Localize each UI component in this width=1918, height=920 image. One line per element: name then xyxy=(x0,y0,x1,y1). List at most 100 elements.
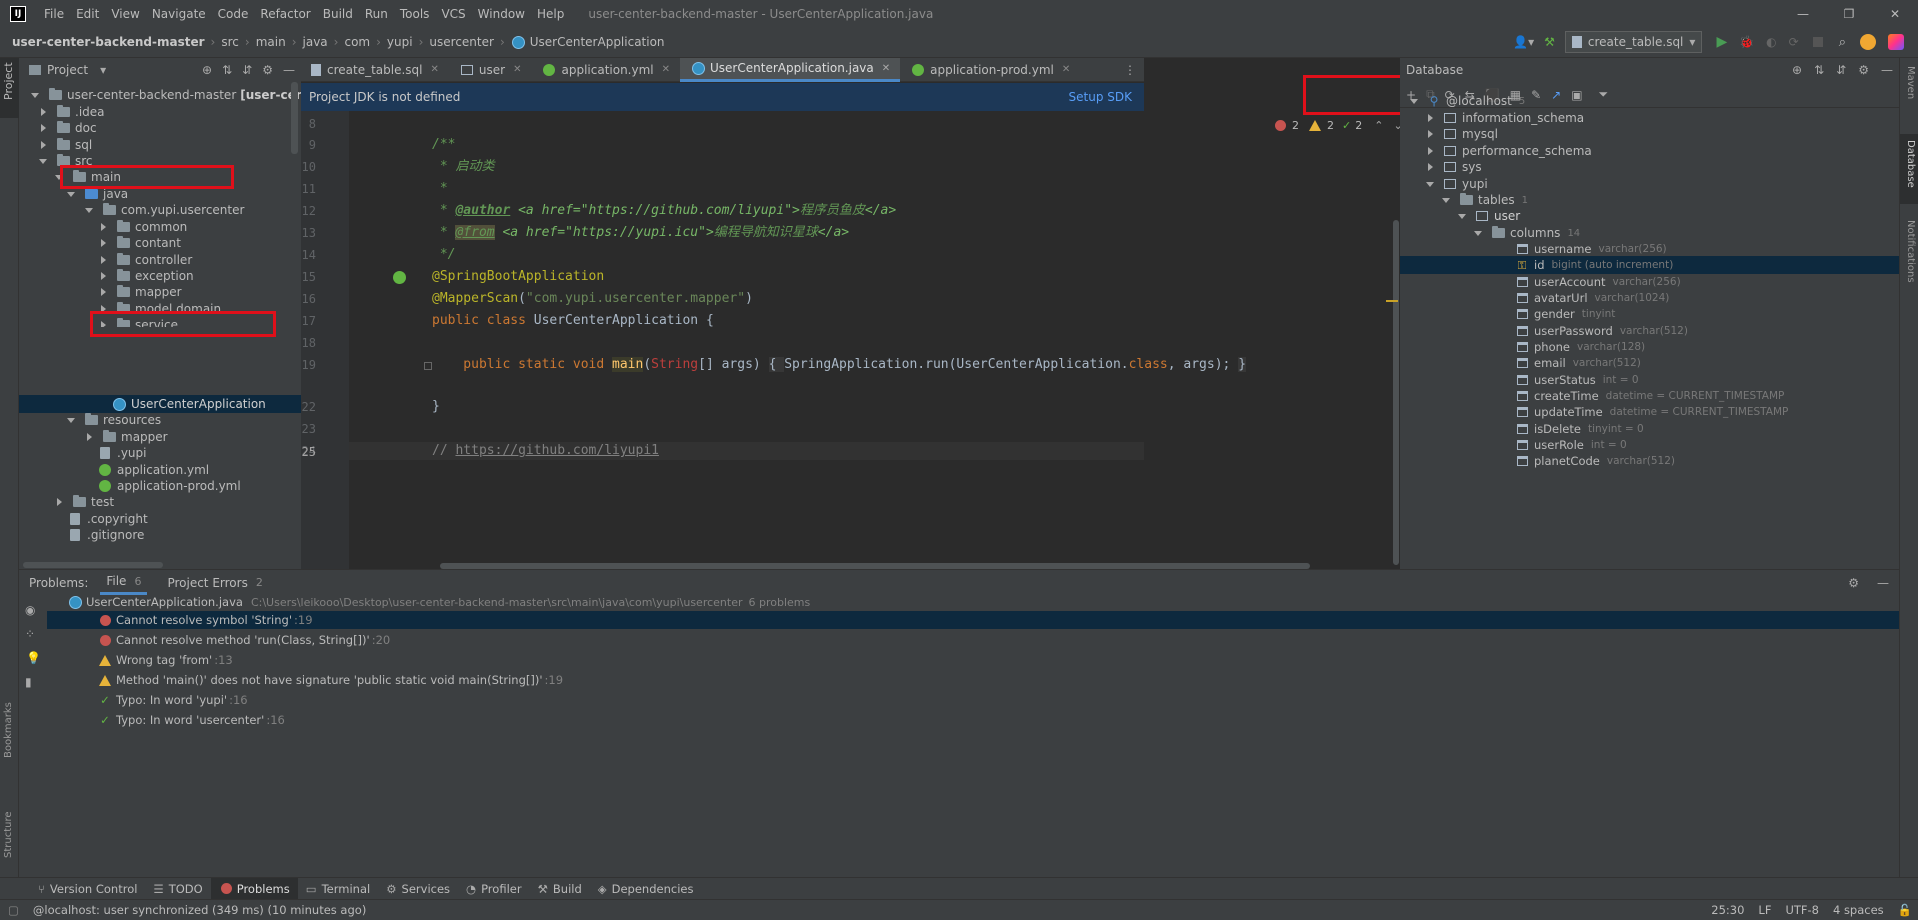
settings-icon[interactable]: ⚙ xyxy=(262,63,273,77)
db-column[interactable]: avatarUrl varchar(1024) xyxy=(1514,290,1669,306)
project-panel-title[interactable]: Project xyxy=(47,63,88,77)
setup-sdk-link[interactable]: Setup SDK xyxy=(1069,90,1132,104)
readonly-lock-icon[interactable]: 🔓 xyxy=(1898,903,1912,917)
preview-icon[interactable]: ▮ xyxy=(25,675,32,689)
caret-position[interactable]: 25:30 xyxy=(1711,903,1744,917)
project-view-dropdown-icon[interactable]: ▾ xyxy=(100,63,106,77)
settings-icon[interactable]: ⚙ xyxy=(1848,576,1859,590)
tab-problems[interactable]: Problems xyxy=(210,877,298,900)
db-column[interactable]: planetCode varchar(512) xyxy=(1514,453,1675,469)
db-column[interactable]: updateTime datetime = CURRENT_TIMESTAMP xyxy=(1514,404,1788,420)
db-column[interactable]: createTime datetime = CURRENT_TIMESTAMP xyxy=(1514,388,1784,404)
crumb-project[interactable]: user-center-backend-master xyxy=(12,35,205,49)
tab-services[interactable]: ⚙ Services xyxy=(378,882,458,896)
menu-build[interactable]: Build xyxy=(317,7,359,21)
bookmarks-tool-button[interactable]: Bookmarks xyxy=(0,698,19,768)
expand-icon[interactable]: ⇅ xyxy=(1814,63,1824,77)
tree-item-idea[interactable]: .idea xyxy=(35,104,105,120)
debug-icon[interactable]: 🐞 xyxy=(1739,35,1754,49)
status-message[interactable]: @localhost: user synchronized (349 ms) (… xyxy=(33,903,366,917)
project-tool-button[interactable]: Project xyxy=(0,58,19,118)
db-column[interactable]: userPassword varchar(512) xyxy=(1514,323,1688,339)
close-tab-icon[interactable]: ✕ xyxy=(1062,64,1070,75)
menu-edit[interactable]: Edit xyxy=(70,7,105,21)
crumb-src[interactable]: src xyxy=(221,35,239,49)
restore-button[interactable]: ❐ xyxy=(1826,7,1872,21)
menu-code[interactable]: Code xyxy=(212,7,255,21)
coverage-icon[interactable]: ◐ xyxy=(1766,35,1776,49)
tab-project-errors[interactable]: Project Errors 2 xyxy=(161,570,268,595)
tab-user[interactable]: user ✕ xyxy=(449,58,532,82)
hide-panel-icon[interactable]: — xyxy=(1877,576,1889,590)
tab-terminal[interactable]: ▭ Terminal xyxy=(298,882,378,896)
line-separator[interactable]: LF xyxy=(1758,903,1771,917)
db-column[interactable]: userStatus int = 0 xyxy=(1514,372,1639,388)
menu-run[interactable]: Run xyxy=(359,7,394,21)
close-tab-icon[interactable]: ✕ xyxy=(513,64,521,75)
inspection-widget[interactable]: 2 2 ✓ 2 ⌃ ⌄ xyxy=(1272,117,1403,133)
menu-file[interactable]: File xyxy=(38,7,70,21)
menu-help[interactable]: Help xyxy=(531,7,570,21)
db-schema-information[interactable]: information_schema xyxy=(1422,110,1584,126)
collapse-all-icon[interactable]: ⇵ xyxy=(242,63,252,77)
tree-item-application-yml[interactable]: application.yml xyxy=(97,462,209,478)
editor-vscrollbar[interactable] xyxy=(1393,220,1399,565)
tree-item-package[interactable]: com.yupi.usercenter xyxy=(81,202,244,218)
tab-usercenterapplication-java[interactable]: UserCenterApplication.java ✕ xyxy=(680,57,901,82)
crumb-main[interactable]: main xyxy=(256,35,286,49)
problem-item[interactable]: Wrong tag 'from':13 xyxy=(97,652,233,668)
prev-highlight-icon[interactable]: ⌃ xyxy=(1374,119,1383,132)
filter-icon[interactable]: ⏷ xyxy=(1599,87,1609,102)
tab-build[interactable]: ⚒ Build xyxy=(530,882,590,896)
tab-create-table-sql[interactable]: create_table.sql ✕ xyxy=(301,58,449,82)
file-encoding[interactable]: UTF-8 xyxy=(1785,903,1819,917)
run-icon[interactable]: ▶ xyxy=(1716,34,1727,50)
user-icon[interactable]: 👤▾ xyxy=(1513,35,1534,49)
project-tree-hscrollbar[interactable] xyxy=(23,562,163,568)
locate-icon[interactable]: ⊕ xyxy=(202,63,212,77)
tree-item-usercenterapplication[interactable]: UserCenterApplication xyxy=(111,396,266,412)
crumb-com[interactable]: com xyxy=(344,35,370,49)
group-icon[interactable]: ⁘ xyxy=(25,627,35,641)
crumb-usercenter[interactable]: usercenter xyxy=(429,35,494,49)
db-schema-yupi[interactable]: yupi xyxy=(1422,176,1488,192)
menu-refactor[interactable]: Refactor xyxy=(254,7,316,21)
hide-panel-icon[interactable]: — xyxy=(1881,63,1893,77)
db-columns-folder[interactable]: columns 14 xyxy=(1470,225,1580,241)
close-tab-icon[interactable]: ✕ xyxy=(882,63,890,74)
tree-item-resources[interactable]: resources xyxy=(63,412,161,428)
db-column[interactable]: phone varchar(128) xyxy=(1514,339,1645,355)
db-column[interactable]: ⚿ id bigint (auto increment) xyxy=(1514,257,1674,273)
menu-navigate[interactable]: Navigate xyxy=(146,7,212,21)
menu-vcs[interactable]: VCS xyxy=(435,7,471,21)
tab-profiler[interactable]: ◔ Profiler xyxy=(458,882,530,896)
tree-item-resources-mapper[interactable]: mapper xyxy=(81,429,168,445)
spring-bean-icon[interactable] xyxy=(393,271,406,284)
problem-item[interactable]: Cannot resolve method 'run(Class, String… xyxy=(97,632,390,648)
profile-icon[interactable]: ⟳ xyxy=(1789,35,1799,49)
tab-application-prod-yml[interactable]: application-prod.yml ✕ xyxy=(900,58,1080,82)
tree-root[interactable]: user-center-backend-master [user-center-… xyxy=(27,87,301,103)
update-icon[interactable] xyxy=(1860,34,1876,50)
tree-item-application-prod-yml[interactable]: application-prod.yml xyxy=(97,478,241,494)
db-column[interactable]: username varchar(256) xyxy=(1514,241,1667,257)
db-tables-folder[interactable]: tables 1 xyxy=(1438,192,1528,208)
database-panel-title[interactable]: Database xyxy=(1406,63,1463,77)
tree-item-mapper[interactable]: mapper xyxy=(95,284,182,300)
db-schema-mysql[interactable]: mysql xyxy=(1422,126,1498,142)
edit-icon[interactable]: ✎ xyxy=(1531,88,1541,102)
status-layout-icon[interactable]: ▢ xyxy=(8,903,19,917)
tree-item-contant[interactable]: contant xyxy=(95,235,181,251)
db-column[interactable]: isDelete tinyint = 0 xyxy=(1514,421,1644,437)
tree-item-common[interactable]: common xyxy=(95,219,187,235)
tree-item-gitignore[interactable]: .gitignore xyxy=(67,527,144,543)
tab-application-yml[interactable]: application.yml ✕ xyxy=(531,58,680,82)
crumb-yupi[interactable]: yupi xyxy=(387,35,413,49)
code-editor[interactable] xyxy=(301,111,1144,569)
tab-todo[interactable]: ☰ TODO xyxy=(145,882,210,896)
database-tool-button[interactable]: Database xyxy=(1900,134,1918,204)
stop-icon[interactable] xyxy=(1812,37,1823,47)
problems-file-row[interactable]: UserCenterApplication.java C:\Users\leiko… xyxy=(67,594,810,610)
expand-all-icon[interactable]: ⇅ xyxy=(222,63,232,77)
tree-item-test[interactable]: test xyxy=(51,494,114,510)
